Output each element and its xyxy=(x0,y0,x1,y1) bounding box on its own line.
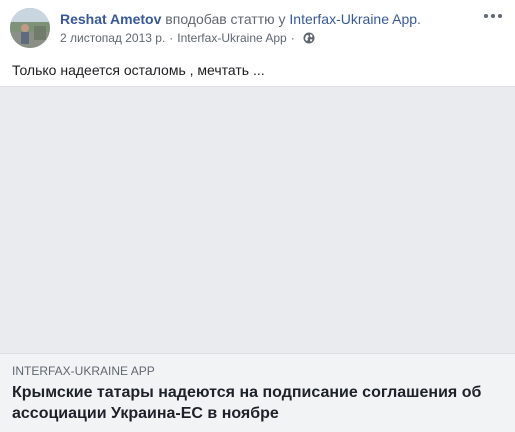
post-title-line: Reshat Ametov вподобав статтю у Interfax… xyxy=(60,10,421,28)
globe-icon[interactable] xyxy=(303,32,315,44)
attachment-image-placeholder[interactable] xyxy=(0,86,515,354)
link-attachment[interactable]: INTERFAX-UKRAINE APP Крымские татары над… xyxy=(0,86,515,432)
meta-separator: · xyxy=(169,31,174,45)
avatar-image xyxy=(10,8,50,48)
attachment-headline[interactable]: Крымские татары надеются на подписание с… xyxy=(12,382,502,424)
author-name-link[interactable]: Reshat Ametov xyxy=(60,11,161,27)
attachment-source: INTERFAX-UKRAINE APP xyxy=(12,364,155,378)
attachment-caption[interactable]: INTERFAX-UKRAINE APP Крымские татары над… xyxy=(0,354,515,432)
post-meta-line: 2 листопад 2013 р. · Interfax-Ukraine Ap… xyxy=(60,30,315,46)
post-header: Reshat Ametov вподобав статтю у Interfax… xyxy=(0,0,515,56)
post-text: Только надеется осталомь , мечтать ... xyxy=(12,62,265,78)
meta-separator-2: · xyxy=(290,31,295,45)
post-timestamp-link[interactable]: 2 листопад 2013 р. xyxy=(60,30,165,46)
app-name-link[interactable]: Interfax-Ukraine App xyxy=(289,11,417,27)
title-period: . xyxy=(417,11,421,27)
feed-post: Reshat Ametov вподобав статтю у Interfax… xyxy=(0,0,515,432)
more-options-icon[interactable] xyxy=(481,6,505,26)
avatar[interactable] xyxy=(10,8,50,48)
via-app-link[interactable]: Interfax-Ukraine App xyxy=(177,30,286,46)
post-action-text: вподобав статтю у xyxy=(165,11,286,27)
